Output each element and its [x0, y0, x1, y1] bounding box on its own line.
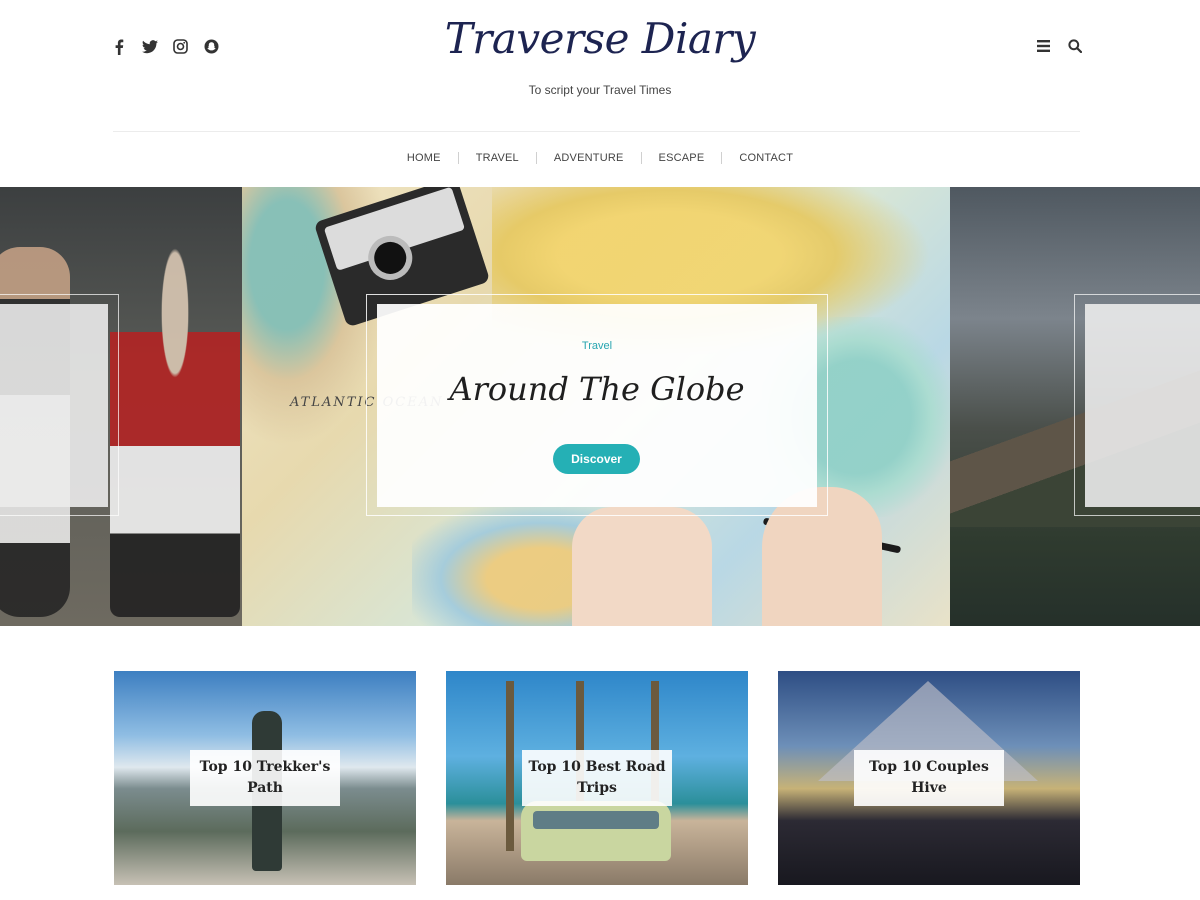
nav-item-escape[interactable]: ESCAPE [642, 152, 722, 164]
featured-card-title[interactable]: Top 10 Trekker's Path [190, 750, 340, 806]
menu-icon[interactable] [1035, 37, 1052, 54]
prev-slide-card[interactable] [0, 304, 108, 507]
featured-card-road-trips[interactable]: Top 10 Best Road Trips [446, 671, 748, 885]
site-header: Traverse Diary To script your Travel Tim… [0, 0, 1200, 187]
van-figure [521, 801, 671, 861]
featured-card-title[interactable]: Top 10 Best Road Trips [522, 750, 672, 806]
twitter-icon[interactable] [141, 38, 158, 55]
social-links [110, 38, 220, 55]
header-tools [1035, 37, 1083, 54]
nav-item-travel[interactable]: TRAVEL [459, 152, 536, 164]
main-nav: HOME TRAVEL ADVENTURE ESCAPE CONTACT [0, 152, 1200, 164]
snapchat-icon[interactable] [203, 38, 220, 55]
nav-item-adventure[interactable]: ADVENTURE [537, 152, 641, 164]
site-tagline: To script your Travel Times [528, 83, 672, 97]
header-divider [113, 131, 1080, 132]
facebook-icon[interactable] [110, 38, 127, 55]
featured-card-title[interactable]: Top 10 Couples Hive [854, 750, 1004, 806]
nav-item-contact[interactable]: CONTACT [722, 152, 810, 164]
featured-posts: Top 10 Trekker's Path Top 10 Best Road T… [0, 671, 1200, 885]
slide-title[interactable]: Around The Globe [377, 370, 817, 408]
hero-slider: ATLANTIC OCEAN Travel Around The Globe D… [0, 187, 1200, 626]
slide-category[interactable]: Travel [377, 340, 817, 352]
next-slide-card[interactable] [1085, 304, 1200, 507]
dancer-figure [110, 237, 240, 617]
search-icon[interactable] [1066, 37, 1083, 54]
featured-card-couples[interactable]: Top 10 Couples Hive [778, 671, 1080, 885]
hand-illustration [572, 507, 712, 626]
site-logo[interactable]: Traverse Diary [400, 14, 800, 63]
featured-card-trekkers[interactable]: Top 10 Trekker's Path [114, 671, 416, 885]
instagram-icon[interactable] [172, 38, 189, 55]
nav-item-home[interactable]: HOME [390, 152, 458, 164]
slide-card: Travel Around The Globe Discover [377, 304, 817, 507]
discover-button[interactable]: Discover [553, 444, 640, 474]
palm-tree [506, 681, 514, 851]
